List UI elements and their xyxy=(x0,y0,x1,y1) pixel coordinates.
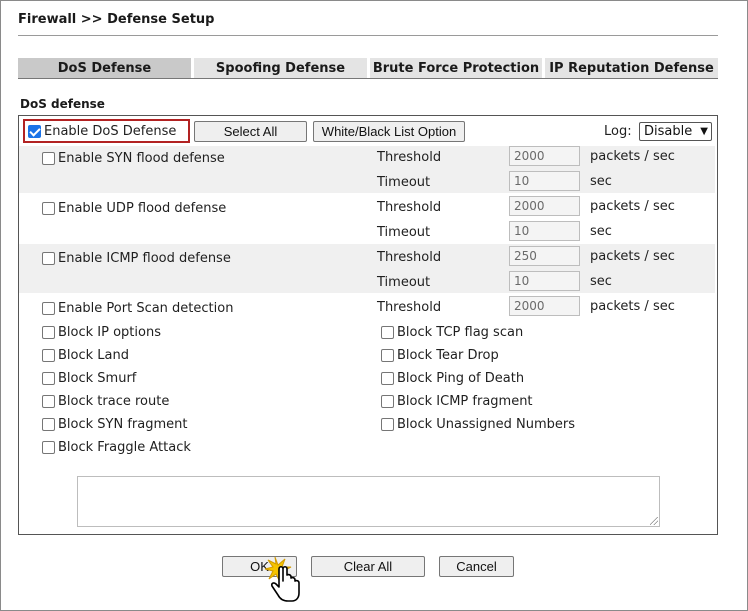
block-land-checkbox[interactable] xyxy=(42,348,55,362)
udp-timeout-label: Timeout xyxy=(377,224,431,240)
port-scan-row[interactable]: Enable Port Scan detection xyxy=(42,299,233,317)
udp-threshold-input[interactable]: 2000 xyxy=(509,196,580,216)
icmp-threshold-label: Threshold xyxy=(377,249,442,265)
block-syn-fragment-row[interactable]: Block SYN fragment xyxy=(42,415,187,433)
syn-flood-checkbox[interactable] xyxy=(42,151,55,165)
block-fraggle-attack-checkbox[interactable] xyxy=(42,440,55,454)
enable-dos-checkbox-row[interactable]: Enable DoS Defense xyxy=(28,122,176,140)
block-trace-route-row[interactable]: Block trace route xyxy=(42,392,169,410)
block-ping-of-death-row[interactable]: Block Ping of Death xyxy=(381,369,524,387)
tab-dos-defense[interactable]: DoS Defense xyxy=(18,58,191,78)
clear-all-button[interactable]: Clear All xyxy=(311,556,425,577)
enable-dos-checkbox[interactable] xyxy=(28,124,41,138)
block-ping-of-death-label: Block Ping of Death xyxy=(397,370,525,386)
icmp-timeout-unit: sec xyxy=(590,273,612,289)
udp-flood-row[interactable]: Enable UDP flood defense xyxy=(42,199,226,217)
icmp-flood-row[interactable]: Enable ICMP flood defense xyxy=(42,249,231,267)
tab-ip-reputation-defense[interactable]: IP Reputation Defense xyxy=(545,58,718,78)
icmp-timeout-label: Timeout xyxy=(377,274,431,290)
block-smurf-label: Block Smurf xyxy=(58,370,137,386)
block-unassigned-numbers-checkbox[interactable] xyxy=(381,417,394,431)
block-syn-fragment-checkbox[interactable] xyxy=(42,417,55,431)
block-unassigned-numbers-row[interactable]: Block Unassigned Numbers xyxy=(381,415,575,433)
block-icmp-fragment-checkbox[interactable] xyxy=(381,394,394,408)
port-scan-threshold-unit: packets / sec xyxy=(590,298,675,314)
cancel-button[interactable]: Cancel xyxy=(439,556,514,577)
block-fraggle-attack-row[interactable]: Block Fraggle Attack xyxy=(42,438,191,456)
block-unassigned-numbers-label: Block Unassigned Numbers xyxy=(397,416,576,432)
port-scan-threshold-input[interactable]: 2000 xyxy=(509,296,580,316)
block-icmp-fragment-row[interactable]: Block ICMP fragment xyxy=(381,392,533,410)
udp-timeout-unit: sec xyxy=(590,223,612,239)
block-ping-of-death-checkbox[interactable] xyxy=(381,371,394,385)
port-scan-checkbox[interactable] xyxy=(42,301,55,315)
syn-timeout-label: Timeout xyxy=(377,174,431,190)
chevron-down-icon: ▼ xyxy=(700,126,708,137)
block-ip-options-label: Block IP options xyxy=(58,324,161,340)
block-tear-drop-row[interactable]: Block Tear Drop xyxy=(381,346,499,364)
syn-timeout-unit: sec xyxy=(590,173,612,189)
tab-bar: DoS Defense Spoofing Defense Brute Force… xyxy=(18,58,718,79)
syn-timeout-input[interactable]: 10 xyxy=(509,171,580,191)
syn-threshold-label: Threshold xyxy=(377,149,442,165)
block-tear-drop-label: Block Tear Drop xyxy=(397,347,499,363)
tab-brute-force-protection[interactable]: Brute Force Protection xyxy=(370,58,542,78)
block-icmp-fragment-label: Block ICMP fragment xyxy=(397,393,533,409)
section-title: DoS defense xyxy=(20,97,105,111)
icmp-flood-checkbox[interactable] xyxy=(42,251,55,265)
block-trace-route-label: Block trace route xyxy=(58,393,170,409)
udp-flood-label: Enable UDP flood defense xyxy=(58,200,227,216)
udp-timeout-input[interactable]: 10 xyxy=(509,221,580,241)
block-tcp-flag-scan-row[interactable]: Block TCP flag scan xyxy=(381,323,523,341)
page-title: Firewall >> Defense Setup xyxy=(18,12,215,27)
syn-threshold-unit: packets / sec xyxy=(590,148,675,164)
log-select[interactable]: Disable ▼ xyxy=(639,122,712,141)
block-smurf-row[interactable]: Block Smurf xyxy=(42,369,136,387)
white-black-list-option-button[interactable]: White/Black List Option xyxy=(313,121,465,142)
block-syn-fragment-label: Block SYN fragment xyxy=(58,416,188,432)
block-land-label: Block Land xyxy=(58,347,129,363)
hand-pointer-icon xyxy=(264,556,300,602)
block-trace-route-checkbox[interactable] xyxy=(42,394,55,408)
udp-flood-checkbox[interactable] xyxy=(42,201,55,215)
block-tcp-flag-scan-label: Block TCP flag scan xyxy=(397,324,524,340)
block-ip-options-row[interactable]: Block IP options xyxy=(42,323,161,341)
tab-spoofing-defense[interactable]: Spoofing Defense xyxy=(194,58,367,78)
block-land-row[interactable]: Block Land xyxy=(42,346,129,364)
log-select-value: Disable xyxy=(644,124,693,139)
port-scan-label: Enable Port Scan detection xyxy=(58,300,234,316)
port-scan-threshold-label: Threshold xyxy=(377,299,442,315)
block-ip-options-checkbox[interactable] xyxy=(42,325,55,339)
udp-threshold-unit: packets / sec xyxy=(590,198,675,214)
tab-divider xyxy=(18,78,718,79)
icmp-threshold-input[interactable]: 250 xyxy=(509,246,580,266)
block-smurf-checkbox[interactable] xyxy=(42,371,55,385)
defense-setup-window: Firewall >> Defense Setup DoS Defense Sp… xyxy=(0,0,748,611)
log-label: Log: xyxy=(604,123,632,139)
enable-dos-label: Enable DoS Defense xyxy=(44,123,177,139)
resize-grip-icon[interactable] xyxy=(650,517,658,525)
select-all-button[interactable]: Select All xyxy=(194,121,307,142)
udp-threshold-label: Threshold xyxy=(377,199,442,215)
icmp-flood-label: Enable ICMP flood defense xyxy=(58,250,231,266)
block-tear-drop-checkbox[interactable] xyxy=(381,348,394,362)
syn-flood-row[interactable]: Enable SYN flood defense xyxy=(42,149,225,167)
notes-textarea[interactable] xyxy=(77,476,660,527)
syn-threshold-input[interactable]: 2000 xyxy=(509,146,580,166)
block-tcp-flag-scan-checkbox[interactable] xyxy=(381,325,394,339)
icmp-threshold-unit: packets / sec xyxy=(590,248,675,264)
syn-flood-label: Enable SYN flood defense xyxy=(58,150,225,166)
block-fraggle-attack-label: Block Fraggle Attack xyxy=(58,439,191,455)
icmp-timeout-input[interactable]: 10 xyxy=(509,271,580,291)
title-divider xyxy=(18,35,718,36)
